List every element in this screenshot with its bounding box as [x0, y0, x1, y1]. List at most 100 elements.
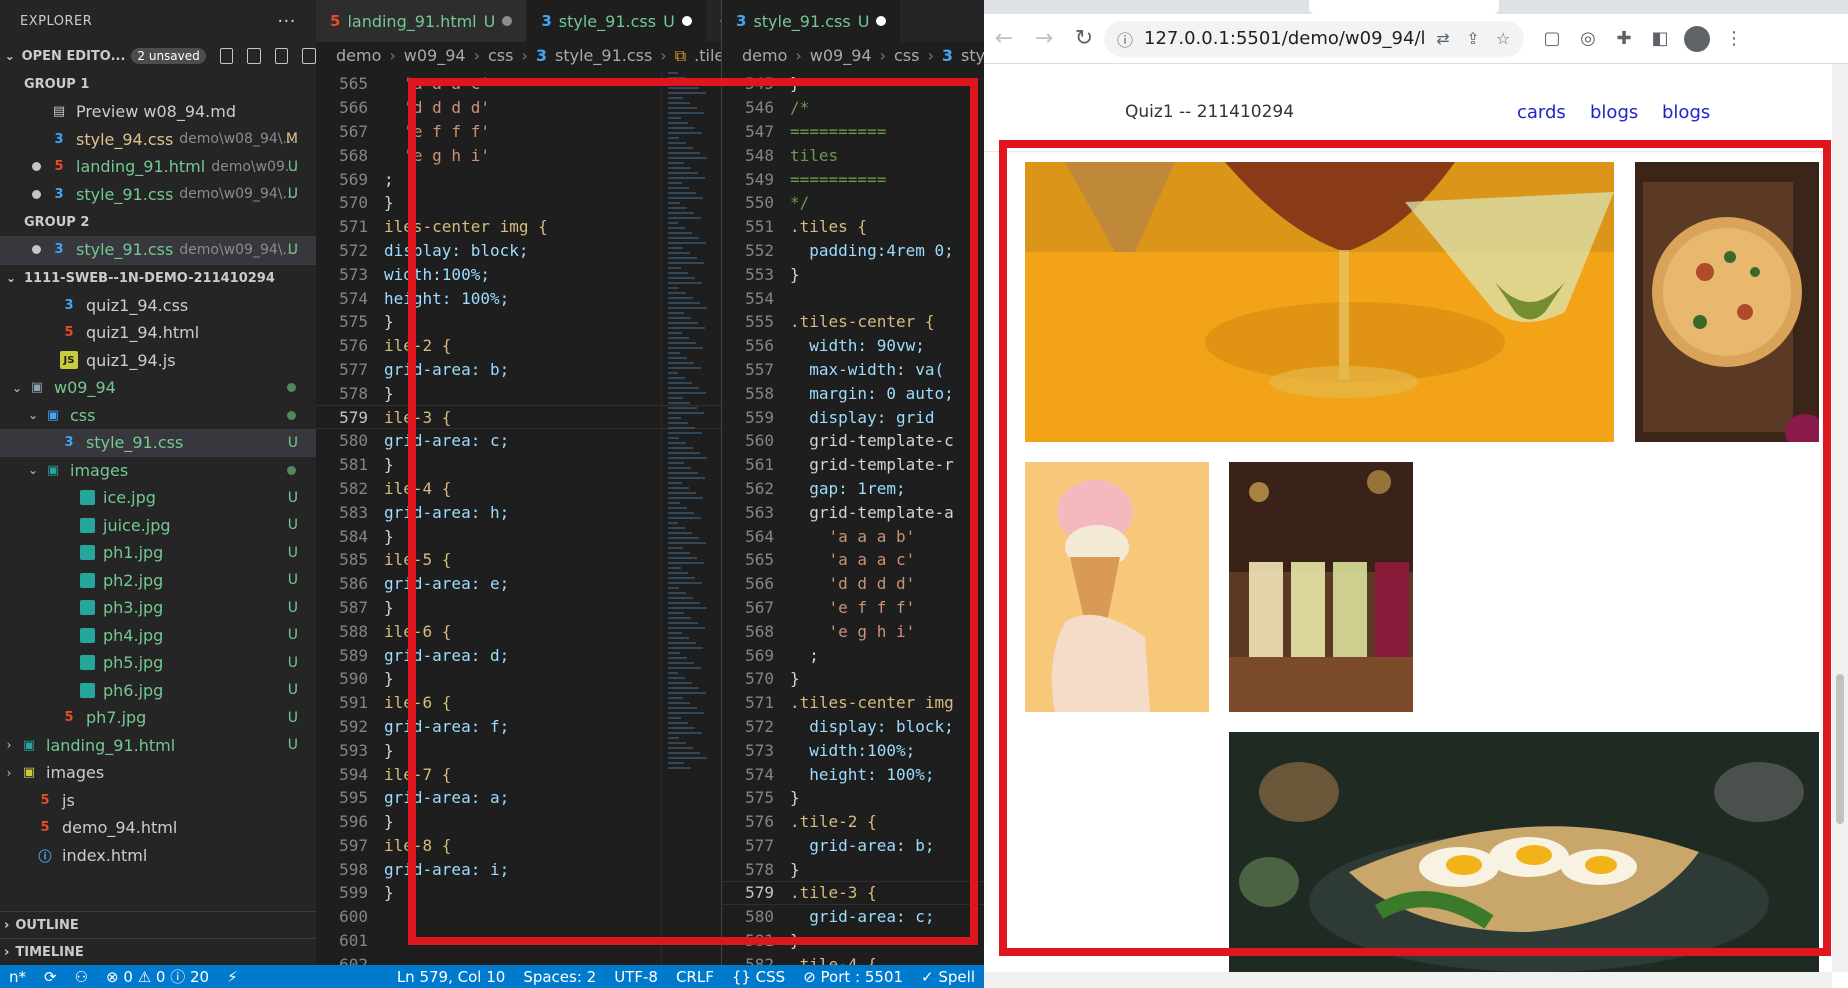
- code-line[interactable]: 565 'a a a c': [722, 548, 984, 572]
- live-server-port[interactable]: ⊘ Port : 5501: [794, 968, 912, 986]
- code-line[interactable]: 556 width: 90vw;: [722, 334, 984, 358]
- code-line[interactable]: 576 .tile-2 {: [722, 810, 984, 834]
- toggle-vertical-layout-icon[interactable]: [247, 48, 261, 64]
- source-control-icon[interactable]: ⚇: [66, 968, 97, 986]
- nav-link-cards[interactable]: cards: [1517, 102, 1566, 123]
- open-editor-item[interactable]: 3 style_94.css demo\w08_94\... M: [0, 126, 316, 154]
- tree-item[interactable]: › ▣ landing_91.html U: [0, 732, 316, 760]
- code-line[interactable]: 582 .tile-4 {: [722, 952, 984, 965]
- open-editor-item[interactable]: 5 landing_91.html demo\w09... U: [0, 153, 316, 181]
- sync-icon[interactable]: ⟳: [35, 968, 66, 986]
- code-line[interactable]: 552 padding:4rem 0;: [722, 239, 984, 263]
- code-line[interactable]: 577 grid-area: b;: [722, 834, 984, 858]
- side-panel-icon[interactable]: ◧: [1642, 21, 1678, 57]
- tree-item[interactable]: ⌄ ▣ images: [0, 457, 316, 485]
- tab-style-css[interactable]: 3 style_91.css U: [722, 0, 902, 42]
- code-line[interactable]: 579 .tile-3 {: [722, 881, 984, 905]
- tree-item[interactable]: ph5.jpg U: [0, 649, 316, 677]
- breadcrumb-item[interactable]: w09_94: [404, 46, 466, 65]
- url-text[interactable]: 127.0.0.1:5501/demo/w09_94/landin...: [1144, 28, 1424, 49]
- tree-item[interactable]: 5 demo_94.html: [0, 814, 316, 842]
- tree-item[interactable]: 5 js: [0, 787, 316, 815]
- browser-tab[interactable]: [1149, 0, 1309, 14]
- timeline-section[interactable]: › TIMELINE: [0, 938, 316, 965]
- tree-item[interactable]: › ▣ images: [0, 759, 316, 787]
- vertical-scrollbar[interactable]: [1832, 64, 1848, 972]
- tree-item[interactable]: ice.jpg U: [0, 484, 316, 512]
- spell-checker[interactable]: ✓ Spell: [912, 968, 984, 986]
- share-icon[interactable]: ⇪: [1462, 28, 1484, 50]
- code-line[interactable]: 574 height: 100%;: [722, 762, 984, 786]
- tab-style-css[interactable]: 3 style_91.css U: [527, 0, 707, 42]
- site-brand[interactable]: Quiz1 -- 211410294: [1125, 102, 1294, 122]
- tab-landing-html[interactable]: 5 landing_91.html U: [316, 0, 528, 42]
- browser-tab[interactable]: [984, 0, 1149, 14]
- code-line[interactable]: 563 grid-template-a: [722, 500, 984, 524]
- breadcrumb-item[interactable]: css: [894, 46, 919, 65]
- profile-avatar[interactable]: [1684, 25, 1710, 52]
- more-actions-icon[interactable]: ···: [277, 11, 296, 32]
- unsaved-dot-icon[interactable]: [876, 16, 887, 26]
- tree-item[interactable]: ph3.jpg U: [0, 594, 316, 622]
- language-mode[interactable]: {} CSS: [723, 968, 794, 986]
- code-line[interactable]: 569 ;: [722, 643, 984, 667]
- breadcrumb-item[interactable]: demo: [336, 46, 381, 65]
- translate-icon[interactable]: ⇄: [1432, 28, 1454, 50]
- code-line[interactable]: 570}: [722, 667, 984, 691]
- cursor-position[interactable]: Ln 579, Col 10: [388, 968, 514, 986]
- open-editor-item[interactable]: 3 style_91.css demo\w09_94\... U: [0, 181, 316, 209]
- breadcrumb-item[interactable]: demo: [742, 46, 787, 65]
- code-line[interactable]: 581}: [722, 929, 984, 953]
- code-line[interactable]: 545}: [722, 72, 984, 96]
- end-of-line[interactable]: CRLF: [667, 968, 723, 986]
- code-line[interactable]: 550 */: [722, 191, 984, 215]
- tree-item[interactable]: JS quiz1_94.js: [0, 347, 316, 375]
- code-line[interactable]: 560 grid-template-c: [722, 429, 984, 453]
- tree-item[interactable]: ph6.jpg U: [0, 677, 316, 705]
- breadcrumb-item[interactable]: .tile-3: [694, 46, 721, 65]
- code-line[interactable]: 553}: [722, 262, 984, 286]
- code-line[interactable]: 571 .tiles-center img: [722, 691, 984, 715]
- lightning-icon[interactable]: ⚡: [218, 968, 247, 986]
- code-line[interactable]: 573 width:100%;: [722, 738, 984, 762]
- code-line[interactable]: 562 gap: 1rem;: [722, 477, 984, 501]
- new-untitled-file-icon[interactable]: [219, 48, 234, 64]
- tree-item[interactable]: 3 style_91.css U: [0, 429, 316, 457]
- indentation[interactable]: Spaces: 2: [514, 968, 605, 986]
- tree-item[interactable]: ph2.jpg U: [0, 567, 316, 595]
- code-line[interactable]: 566 'd d d d': [722, 572, 984, 596]
- tree-item[interactable]: 3 quiz1_94.css: [0, 292, 316, 320]
- code-line[interactable]: 572 display: block;: [722, 715, 984, 739]
- problems-indicator[interactable]: ⊗ 0 ⚠ 0 ⓘ 20: [97, 966, 218, 987]
- browser-tab-active[interactable]: [1309, 0, 1499, 14]
- nav-link-blogs[interactable]: blogs: [1662, 102, 1710, 123]
- code-line[interactable]: 564 'a a a b': [722, 524, 984, 548]
- encoding[interactable]: UTF-8: [605, 968, 667, 986]
- code-area[interactable]: 545} 546/* 547 ========== 548 tiles 549 =======…: [722, 72, 984, 965]
- puzzle-extensions-icon[interactable]: ✚: [1606, 21, 1642, 57]
- minimap[interactable]: [661, 72, 721, 965]
- code-line[interactable]: 547 ==========: [722, 120, 984, 144]
- bookmark-star-icon[interactable]: ☆: [1492, 28, 1514, 50]
- open-editor-item[interactable]: ▤ Preview w08_94.md: [0, 98, 316, 126]
- horizontal-scrollbar[interactable]: [984, 972, 1832, 988]
- code-line[interactable]: 549 ==========: [722, 167, 984, 191]
- tree-item[interactable]: 5 quiz1_94.html: [0, 319, 316, 347]
- breadcrumb-item[interactable]: css: [488, 46, 513, 65]
- close-all-icon[interactable]: [302, 48, 316, 64]
- save-all-icon[interactable]: [274, 48, 289, 64]
- back-arrow-icon[interactable]: ←: [984, 19, 1024, 59]
- unsaved-dot-icon[interactable]: [681, 16, 692, 26]
- outline-section[interactable]: › OUTLINE: [0, 911, 316, 938]
- tree-item[interactable]: ⌄ ▣ w09_94: [0, 374, 316, 402]
- scrollbar-thumb[interactable]: [1836, 674, 1844, 824]
- tree-item[interactable]: ph1.jpg U: [0, 539, 316, 567]
- breadcrumb-item[interactable]: w09_94: [810, 46, 872, 65]
- extension-icon[interactable]: ▢: [1534, 21, 1570, 57]
- breadcrumb-item[interactable]: sty: [961, 46, 984, 65]
- breadcrumb-item[interactable]: style_91.css: [555, 46, 652, 65]
- remote-indicator[interactable]: n*: [0, 968, 35, 986]
- tree-item[interactable]: ph4.jpg U: [0, 622, 316, 650]
- reload-icon[interactable]: ↻: [1064, 19, 1104, 59]
- tree-item[interactable]: 5 ph7.jpg U: [0, 704, 316, 732]
